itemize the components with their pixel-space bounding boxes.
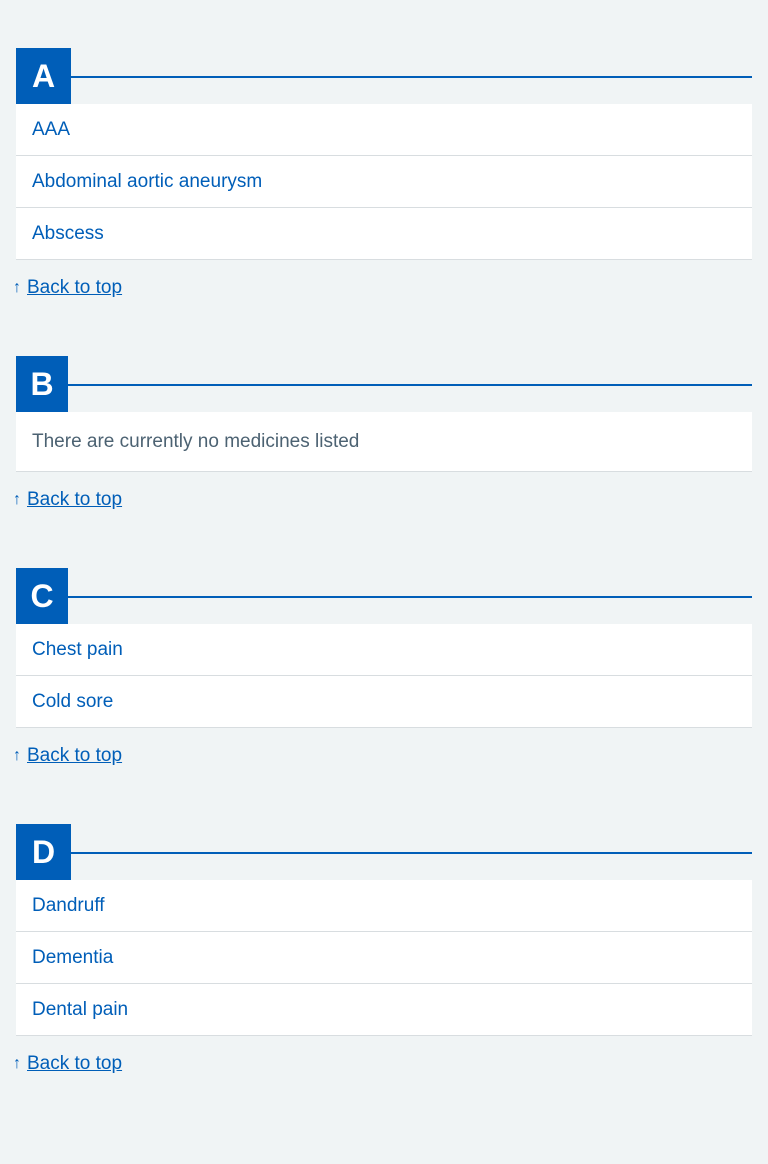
section-a: A AAA Abdominal aortic aneurysm Abscess … [13,48,752,308]
arrow-up-icon: ↑ [13,1055,21,1072]
letter-badge-d: D [16,824,71,880]
back-to-top: ↑ Back to top [13,480,752,520]
section-c: C Chest pain Cold sore ↑ Back to top [13,568,752,776]
list-item-chest-pain[interactable]: Chest pain [16,624,752,676]
arrow-up-icon: ↑ [13,279,21,296]
back-to-top: ↑ Back to top [13,268,752,308]
back-to-top-link[interactable]: Back to top [27,489,122,511]
back-to-top-link[interactable]: Back to top [27,745,122,767]
back-to-top: ↑ Back to top [13,1044,752,1084]
section-panel-b: There are currently no medicines listed [16,412,752,472]
list-item-dementia[interactable]: Dementia [16,932,752,984]
heading-rule [16,384,752,386]
letter-badge-c: C [16,568,68,624]
section-heading-a: A [16,48,752,104]
list-item-abdominal-aortic-aneurysm[interactable]: Abdominal aortic aneurysm [16,156,752,208]
back-to-top: ↑ Back to top [13,736,752,776]
a-to-z-list: A AAA Abdominal aortic aneurysm Abscess … [13,48,752,1132]
arrow-up-icon: ↑ [13,491,21,508]
section-panel-a: AAA Abdominal aortic aneurysm Abscess [16,104,752,260]
list-item-dandruff[interactable]: Dandruff [16,880,752,932]
list-item-abscess[interactable]: Abscess [16,208,752,260]
empty-message: There are currently no medicines listed [16,412,752,472]
section-panel-c: Chest pain Cold sore [16,624,752,728]
section-heading-d: D [16,824,752,880]
list-item-cold-sore[interactable]: Cold sore [16,676,752,728]
list-item-aaa[interactable]: AAA [16,104,752,156]
heading-rule [16,76,752,78]
section-heading-c: C [16,568,752,624]
arrow-up-icon: ↑ [13,747,21,764]
back-to-top-link[interactable]: Back to top [27,277,122,299]
letter-badge-b: B [16,356,68,412]
heading-rule [16,596,752,598]
list-item-dental-pain[interactable]: Dental pain [16,984,752,1036]
section-heading-b: B [16,356,752,412]
section-panel-d: Dandruff Dementia Dental pain [16,880,752,1036]
section-b: B There are currently no medicines liste… [13,356,752,520]
section-d: D Dandruff Dementia Dental pain ↑ Back t… [13,824,752,1084]
back-to-top-link[interactable]: Back to top [27,1053,122,1075]
letter-badge-a: A [16,48,71,104]
heading-rule [16,852,752,854]
